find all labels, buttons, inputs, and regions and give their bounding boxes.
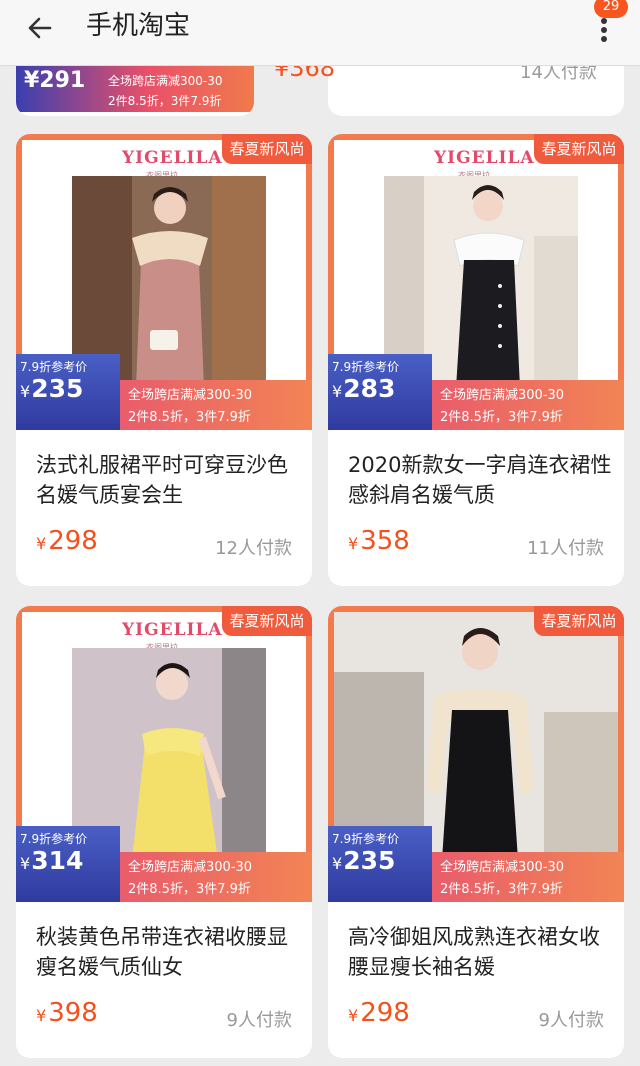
product-price: ¥298 [36, 526, 98, 556]
product-name: 高冷御姐风成熟连衣裙女收腰显瘦长袖名媛 [348, 925, 600, 979]
promo-text: 2件8.5折，3件7.9折 [128, 410, 251, 425]
product-image: 春夏新风尚 7.9折参考价 ¥235 全场跨店满减300-30 2件8.5折，3… [328, 606, 624, 902]
ref-price: ¥235 [332, 846, 396, 875]
ref-price-label: 7.9折参考价 [332, 360, 400, 374]
product-price: ¥298 [348, 998, 410, 1028]
product-price: ¥358 [348, 526, 410, 556]
product-image: YIGELILA 衣阁里拉 春夏新风尚 7.9折参考价 ¥314 全场跨店满减3… [16, 606, 312, 902]
product-price: ¥398 [36, 998, 98, 1028]
ref-price-label: 7.9折参考价 [20, 832, 88, 846]
promo-text: 2件8.5折，3件7.9折 [108, 94, 222, 108]
paid-count: 9人付款 [226, 1010, 292, 1031]
promo-text: 2件8.5折，3件7.9折 [440, 882, 563, 897]
promo-text: 全场跨店满减300-30 [128, 860, 253, 875]
ref-price-label: 7.9折参考价 [332, 832, 400, 846]
season-tag: 春夏新风尚 [534, 134, 624, 164]
product-card[interactable]: 春夏新风尚 7.9折参考价 ¥235 全场跨店满减300-30 2件8.5折，3… [328, 606, 624, 1058]
promo-text: 2件8.5折，3件7.9折 [128, 882, 251, 897]
ref-price-label: 7.9折参考价 [20, 360, 88, 374]
product-card[interactable]: YIGELILA 衣阁里拉 春夏新风尚 7.9折参考价 ¥314 全场跨店满减3… [16, 606, 312, 1058]
product-photo [334, 612, 618, 860]
ref-price: ¥283 [332, 374, 396, 403]
back-button[interactable] [22, 10, 62, 46]
product-name: 秋装黄色吊带连衣裙收腰显瘦名媛气质仙女 [36, 925, 288, 979]
paid-count: 9人付款 [538, 1010, 604, 1031]
promo-band: 7.9折参考价 ¥235 全场跨店满减300-30 2件8.5折，3件7.9折 [16, 354, 312, 430]
promo-text: 全场跨店满减300-30 [108, 74, 223, 88]
ref-price: ¥314 [20, 846, 84, 875]
product-image: YIGELILA 衣阁里拉 春夏新风尚 7.9折参考价 ¥235 全场跨店满减3… [16, 134, 312, 430]
promo-text: 2件8.5折，3件7.9折 [440, 410, 563, 425]
product-card-partial[interactable]: ¥291 全场跨店满减300-30 2件8.5折，3件7.9折 [16, 66, 254, 116]
product-image: YIGELILA 衣阁里拉 春夏新风尚 7.9折参考价 ¥283 全场跨店满减3… [328, 134, 624, 430]
brand-logo: YIGELILA [122, 148, 223, 168]
ref-price: ¥291 [24, 68, 86, 93]
notification-badge: 29 [594, 0, 628, 18]
promo-band: 7.9折参考价 ¥235 全场跨店满减300-30 2件8.5折，3件7.9折 [328, 826, 624, 902]
promo-band: ¥291 全场跨店满减300-30 2件8.5折，3件7.9折 [16, 66, 254, 112]
season-tag: 春夏新风尚 [222, 606, 312, 636]
season-tag: 春夏新风尚 [222, 134, 312, 164]
page-title: 手机淘宝 [86, 11, 191, 41]
product-card[interactable]: YIGELILA 衣阁里拉 春夏新风尚 7.9折参考价 ¥283 全场跨店满减3… [328, 134, 624, 586]
product-name: 法式礼服裙平时可穿豆沙色名媛气质宴会生 [36, 453, 288, 507]
promo-band: 7.9折参考价 ¥314 全场跨店满减300-30 2件8.5折，3件7.9折 [16, 826, 312, 902]
promo-text: 全场跨店满减300-30 [128, 388, 253, 403]
season-tag: 春夏新风尚 [534, 606, 624, 636]
brand-logo: YIGELILA [122, 620, 223, 640]
product-name: 2020新款女一字肩连衣裙性感斜肩名媛气质 [348, 453, 612, 507]
paid-count: 12人付款 [215, 538, 292, 559]
product-card[interactable]: YIGELILA 衣阁里拉 春夏新风尚 7.9折参考价 ¥235 全场跨店满减3… [16, 134, 312, 586]
promo-text: 全场跨店满减300-30 [440, 860, 565, 875]
promo-text: 全场跨店满减300-30 [440, 388, 565, 403]
arrow-left-icon [28, 17, 52, 39]
brand-logo: YIGELILA [434, 148, 535, 168]
paid-count: 11人付款 [527, 538, 604, 559]
ref-price: ¥235 [20, 374, 84, 403]
top-bar: 手机淘宝 [0, 0, 640, 66]
promo-band: 7.9折参考价 ¥283 全场跨店满减300-30 2件8.5折，3件7.9折 [328, 354, 624, 430]
